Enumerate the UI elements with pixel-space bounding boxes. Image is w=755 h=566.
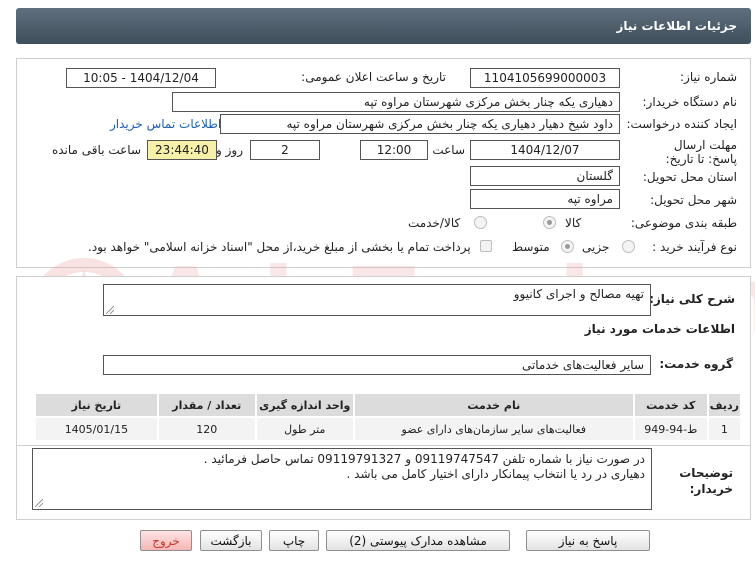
view-attachments-button[interactable]: مشاهده مدارک پیوستی (2)	[326, 530, 510, 551]
service-group-label: گروه خدمت:	[659, 357, 733, 371]
process-type-label: نوع فرآیند خرید :	[652, 240, 737, 254]
cell-qty: 120	[156, 416, 257, 442]
need-number-field: 1104105699000003	[470, 68, 620, 88]
buyer-notes-resize-handle[interactable]	[35, 499, 43, 507]
category-option-goods-services-radio[interactable]	[474, 216, 487, 229]
col-row-header: ردیف	[706, 392, 743, 418]
panel-header: جزئیات اطلاعات نیاز	[16, 8, 751, 44]
print-button[interactable]: چاپ	[269, 530, 319, 551]
deadline-time-field: 12:00	[360, 140, 428, 160]
col-name-header: نام خدمت	[352, 392, 635, 418]
city-field: مراوه تپه	[470, 189, 620, 209]
buyer-notes-line1: در صورت نیاز با شماره تلفن 09119747547 و…	[203, 452, 645, 466]
announce-datetime-field: 1404/12/04 - 10:05	[66, 68, 216, 88]
buyer-notes-line2: دهیاری در رد یا انتخاب پیمانکار دارای اخ…	[346, 467, 645, 481]
city-label: شهر محل تحویل:	[650, 193, 737, 207]
cell-unit: متر طول	[254, 416, 355, 442]
process-option-medium-radio[interactable]	[561, 240, 574, 253]
services-table: ردیف کد خدمت نام خدمت واحد اندازه گیری ت…	[34, 392, 743, 442]
days-label: روز و	[216, 143, 243, 157]
time-remaining-label: ساعت باقی مانده	[51, 143, 141, 157]
buyer-notes-field: در صورت نیاز با شماره تلفن 09119747547 و…	[32, 448, 652, 510]
treasury-payment-checkbox[interactable]	[480, 240, 492, 252]
treasury-payment-note: پرداخت تمام یا بخشی از مبلغ خرید،از محل …	[88, 240, 471, 254]
buyer-notes-label-line2: خریدار:	[689, 482, 733, 496]
summary-resize-handle[interactable]	[106, 306, 114, 314]
col-qty-header: تعداد / مقدار	[156, 392, 257, 418]
back-button[interactable]: بازگشت	[200, 530, 262, 551]
category-option-goods-services-label: کالا/خدمت	[408, 216, 461, 230]
deadline-date-field: 1404/12/07	[470, 140, 620, 160]
cell-code: ط-94-949	[632, 416, 709, 442]
service-group-field: سایر فعالیت‌های خدماتی	[103, 355, 651, 375]
exit-button[interactable]: خروج	[140, 530, 192, 551]
creator-field: داود شیخ دهیار دهیاری یکه چنار بخش مرکزی…	[220, 114, 620, 134]
category-label: طبقه بندی موضوعی:	[630, 216, 737, 230]
days-remaining-field: 2	[250, 140, 320, 160]
col-code-header: کد خدمت	[632, 392, 709, 418]
col-date-header: تاریخ نیاز	[34, 392, 159, 418]
need-number-label: شماره نیاز:	[680, 70, 737, 84]
table-row: 1 ط-94-949 فعالیت‌های سایر سازمان‌های دا…	[34, 416, 743, 442]
buyer-contact-link[interactable]: اطلاعات تماس خریدار	[110, 117, 221, 131]
summary-field: تهیه مصالح و اجرای کانیوو	[103, 284, 651, 316]
category-option-goods-label: کالا	[565, 216, 582, 230]
province-label: استان محل تحویل:	[642, 170, 737, 184]
announce-datetime-label: تاریخ و ساعت اعلان عمومی:	[301, 70, 446, 84]
cell-row: 1	[706, 416, 743, 442]
col-unit-header: واحد اندازه گیری	[254, 392, 355, 418]
buyer-org-label: نام دستگاه خریدار:	[642, 95, 738, 109]
buyer-notes-label-line1: توضیحات	[679, 466, 733, 480]
category-option-goods-radio[interactable]	[543, 216, 556, 229]
cell-name: فعالیت‌های سایر سازمان‌های دارای عضو	[352, 416, 635, 442]
cell-date: 1405/01/15	[34, 416, 159, 442]
services-section-title: اطلاعات خدمات مورد نیاز	[584, 322, 735, 336]
province-field: گلستان	[470, 166, 620, 186]
page-title: جزئیات اطلاعات نیاز	[616, 19, 737, 33]
need-info-section	[16, 58, 751, 268]
summary-label: شرح کلی نیاز:	[649, 292, 735, 306]
deadline-time-label: ساعت	[432, 143, 465, 157]
buyer-org-field: دهیاری یکه چنار بخش مرکزی شهرستان مراوه …	[172, 92, 620, 112]
process-option-minor-label: جزیی	[582, 240, 610, 254]
deadline-label: مهلت ارسال پاسخ: تا تاریخ:	[665, 138, 737, 166]
process-option-medium-label: متوسط	[512, 240, 550, 254]
process-option-minor-radio[interactable]	[622, 240, 635, 253]
reply-button[interactable]: پاسخ به نیاز	[526, 530, 650, 551]
time-remaining-field: 23:44:40	[147, 140, 217, 160]
table-header-row: ردیف کد خدمت نام خدمت واحد اندازه گیری ت…	[34, 392, 743, 418]
creator-label: ایجاد کننده درخواست:	[626, 117, 737, 131]
